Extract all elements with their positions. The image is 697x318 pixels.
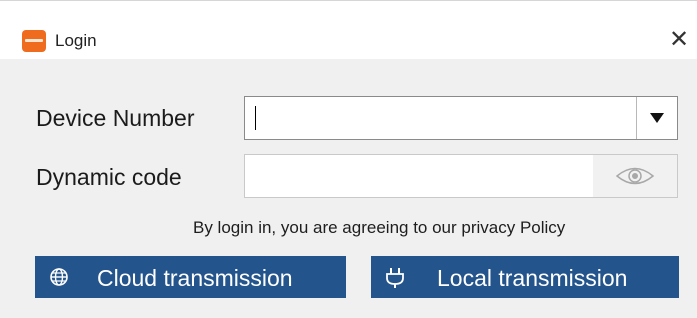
privacy-notice: By login in, you are agreeing to our pri… xyxy=(193,218,566,237)
plug-icon xyxy=(386,268,404,288)
globe-icon xyxy=(50,268,68,286)
local-transmission-label: Local transmission xyxy=(437,265,628,291)
dropdown-button[interactable] xyxy=(636,97,677,139)
text-cursor xyxy=(255,106,256,130)
dynamic-code-field[interactable] xyxy=(244,154,678,198)
title-bar: Login ✕ xyxy=(0,1,697,59)
window-title: Login xyxy=(55,31,97,50)
cloud-transmission-button[interactable]: Cloud transmission xyxy=(35,256,346,298)
local-transmission-button[interactable]: Local transmission xyxy=(371,256,679,298)
eye-icon xyxy=(615,167,655,185)
app-logo-icon xyxy=(22,30,46,52)
dynamic-code-label: Dynamic code xyxy=(36,164,182,190)
device-number-combobox[interactable] xyxy=(244,96,678,140)
dynamic-code-input[interactable] xyxy=(253,161,583,191)
device-number-label: Device Number xyxy=(36,105,195,131)
close-button[interactable]: ✕ xyxy=(664,25,694,55)
cloud-transmission-label: Cloud transmission xyxy=(97,265,293,291)
login-window: Login ✕ Device Number Dynamic code By lo… xyxy=(0,0,697,318)
triangle-down-icon xyxy=(650,113,664,123)
show-password-button[interactable] xyxy=(593,155,677,197)
device-number-input[interactable] xyxy=(253,103,633,133)
